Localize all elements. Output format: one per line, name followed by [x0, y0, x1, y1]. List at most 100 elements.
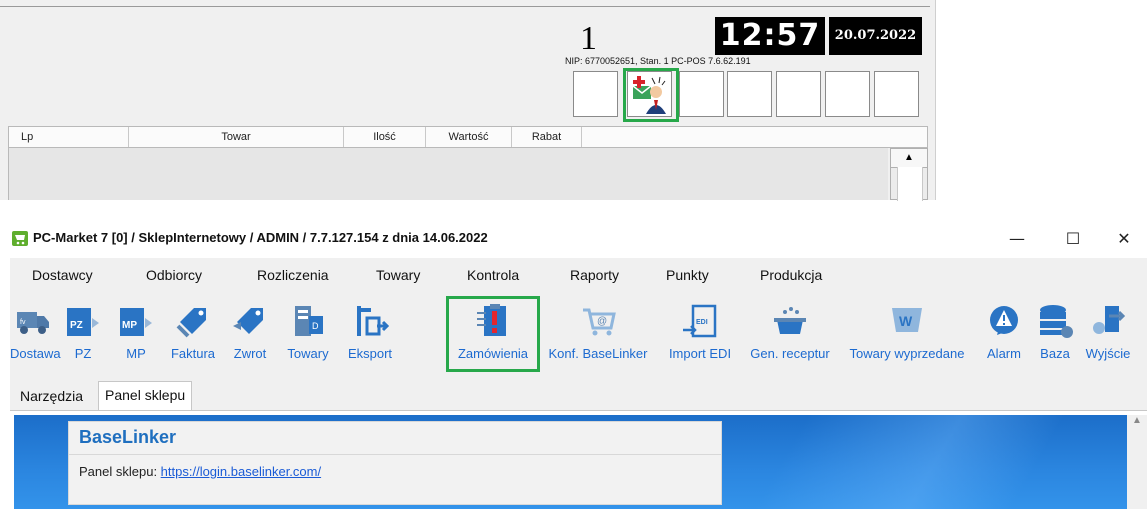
toolbar-label: Baza: [1040, 346, 1070, 361]
cart-app-icon: [12, 231, 28, 246]
svg-text:W: W: [899, 313, 913, 329]
toolbar-import-edi-button[interactable]: EDI Import EDI: [658, 302, 742, 361]
close-button[interactable]: ✕: [1101, 224, 1147, 254]
column-header-rabat[interactable]: Rabat: [512, 127, 582, 147]
scroll-up-icon[interactable]: ▲: [1127, 415, 1147, 433]
toolbar-pz-button[interactable]: PZ PZ: [58, 302, 108, 361]
menu-dostawcy[interactable]: Dostawcy: [32, 267, 93, 283]
toolbar-label: Towary: [287, 346, 329, 361]
svg-text:@: @: [597, 316, 607, 327]
products-icon: D: [289, 302, 327, 340]
background-decoration: [654, 415, 1114, 509]
column-header-wartosc[interactable]: Wartość: [426, 127, 512, 147]
toolbar-label: Gen. receptur: [750, 346, 830, 361]
export-icon: [351, 302, 390, 340]
toolbar-towary-button[interactable]: D Towary: [278, 302, 338, 361]
station-info: NIP: 6770052651, Stan. 1 PC-POS 7.6.62.1…: [565, 56, 751, 66]
tab-strip: Narzędzia Panel sklepu: [10, 378, 1147, 410]
return-tag-icon: [231, 302, 269, 340]
toolbar-label: Alarm: [987, 346, 1021, 361]
column-header-towar[interactable]: Towar: [129, 127, 344, 147]
pc-market-window: PC-Market 7 [0] / SklepInternetowy / ADM…: [0, 220, 1147, 509]
highlight-frame: [623, 68, 679, 122]
alarm-icon: [985, 302, 1023, 340]
toolbar-label: Konf. BaseLinker: [548, 346, 648, 361]
toolbar-zwrot-button[interactable]: Zwrot: [224, 302, 276, 361]
tab-narzedzia[interactable]: Narzędzia: [14, 384, 89, 408]
baselinker-cart-icon: @: [579, 302, 617, 340]
menu-raporty[interactable]: Raporty: [570, 267, 619, 283]
window-title: PC-Market 7 [0] / SklepInternetowy / ADM…: [33, 230, 488, 245]
svg-text:D: D: [312, 321, 319, 331]
menu-rozliczenia[interactable]: Rozliczenia: [257, 267, 329, 283]
function-key-4[interactable]: [727, 71, 772, 117]
menu-produkcja[interactable]: Produkcja: [760, 267, 822, 283]
toolbar-towary-wyprzedane-button[interactable]: W Towary wyprzedane: [839, 302, 975, 361]
toolbar: fv Dostawa PZ PZ MP MP Faktura Zwrot D T…: [10, 294, 1147, 378]
sale-cart-icon: W: [888, 302, 926, 340]
menu-towary[interactable]: Towary: [376, 267, 420, 283]
receipt-grid-header: Lp Towar Ilość Wartość Rabat: [8, 126, 928, 148]
divider: [69, 454, 721, 455]
mp-document-icon: MP: [117, 302, 155, 340]
shop-panel: ▲ BaseLinker Panel sklepu: https://login…: [10, 410, 1147, 509]
function-key-1[interactable]: [573, 71, 618, 117]
toolbar-konf-baselinker-button[interactable]: @ Konf. BaseLinker: [541, 302, 655, 361]
toolbar-gen-receptur-button[interactable]: Gen. receptur: [744, 302, 836, 361]
card-title: BaseLinker: [79, 427, 177, 447]
baselinker-login-link[interactable]: https://login.baselinker.com/: [161, 464, 321, 479]
menu-punkty[interactable]: Punkty: [666, 267, 709, 283]
scroll-up-icon[interactable]: ▲: [891, 149, 927, 168]
tab-panel-sklepu[interactable]: Panel sklepu: [98, 381, 193, 410]
minimize-button[interactable]: —: [994, 224, 1040, 254]
function-key-6[interactable]: [825, 71, 870, 117]
title-bar: PC-Market 7 [0] / SklepInternetowy / ADM…: [0, 220, 1147, 258]
menu-kontrola[interactable]: Kontrola: [467, 267, 519, 283]
toolbar-wyjscie-button[interactable]: Wyjście: [1080, 302, 1136, 361]
highlight-frame: [446, 296, 540, 372]
recipe-pot-icon: [771, 302, 809, 340]
maximize-button[interactable]: ☐: [1050, 224, 1096, 254]
toolbar-baza-button[interactable]: Baza: [1031, 302, 1079, 361]
shop-panel-link-row: Panel sklepu: https://login.baselinker.c…: [79, 464, 321, 479]
pz-document-icon: PZ: [64, 302, 102, 340]
toolbar-faktura-button[interactable]: Faktura: [164, 302, 222, 361]
pos-panel: 1 12:57 20.07.2022 NIP: 6770052651, Stan…: [0, 0, 936, 201]
date-display: 20.07.2022: [829, 17, 922, 55]
toolbar-dostawa-button[interactable]: fv Dostawa: [10, 302, 61, 361]
toolbar-alarm-button[interactable]: Alarm: [978, 302, 1030, 361]
edi-import-icon: EDI: [681, 302, 719, 340]
svg-text:EDI: EDI: [696, 319, 708, 326]
truck-icon: fv: [14, 302, 52, 340]
function-key-7[interactable]: [874, 71, 919, 117]
shop-panel-label: Panel sklepu:: [79, 464, 161, 479]
toolbar-label: Zwrot: [233, 346, 267, 361]
baselinker-card: BaseLinker Panel sklepu: https://login.b…: [68, 421, 722, 505]
column-header-ilosc[interactable]: Ilość: [344, 127, 426, 147]
toolbar-mp-button[interactable]: MP MP: [111, 302, 161, 361]
toolbar-label: MP: [126, 346, 146, 361]
column-header-lp[interactable]: Lp: [9, 127, 129, 147]
clock-display: 12:57: [715, 17, 825, 55]
toolbar-eksport-button[interactable]: Eksport: [340, 302, 400, 361]
toolbar-label: Wyjście: [1085, 346, 1131, 361]
database-icon: [1036, 302, 1074, 340]
svg-text:PZ: PZ: [70, 320, 83, 331]
menu-odbiorcy[interactable]: Odbiorcy: [146, 267, 202, 283]
exit-icon: [1089, 302, 1127, 340]
function-key-5[interactable]: [776, 71, 821, 117]
toolbar-label: Towary wyprzedane: [849, 346, 965, 361]
invoice-tag-icon: [174, 302, 212, 340]
scroll-track[interactable]: [897, 167, 923, 201]
svg-text:MP: MP: [122, 320, 137, 331]
receipt-counter: 1: [580, 20, 597, 57]
menu-bar: Dostawcy Odbiorcy Rozliczenia Towary Kon…: [10, 258, 1147, 294]
toolbar-label: Dostawa: [10, 346, 61, 361]
function-key-3[interactable]: [679, 71, 724, 117]
toolbar-label: Eksport: [347, 346, 393, 361]
panel-scrollbar[interactable]: ▲: [1127, 415, 1147, 509]
toolbar-label: Import EDI: [668, 346, 732, 361]
grid-scrollbar[interactable]: ▲: [890, 148, 928, 201]
svg-text:fv: fv: [20, 319, 26, 326]
toolbar-label: PZ: [74, 346, 92, 361]
